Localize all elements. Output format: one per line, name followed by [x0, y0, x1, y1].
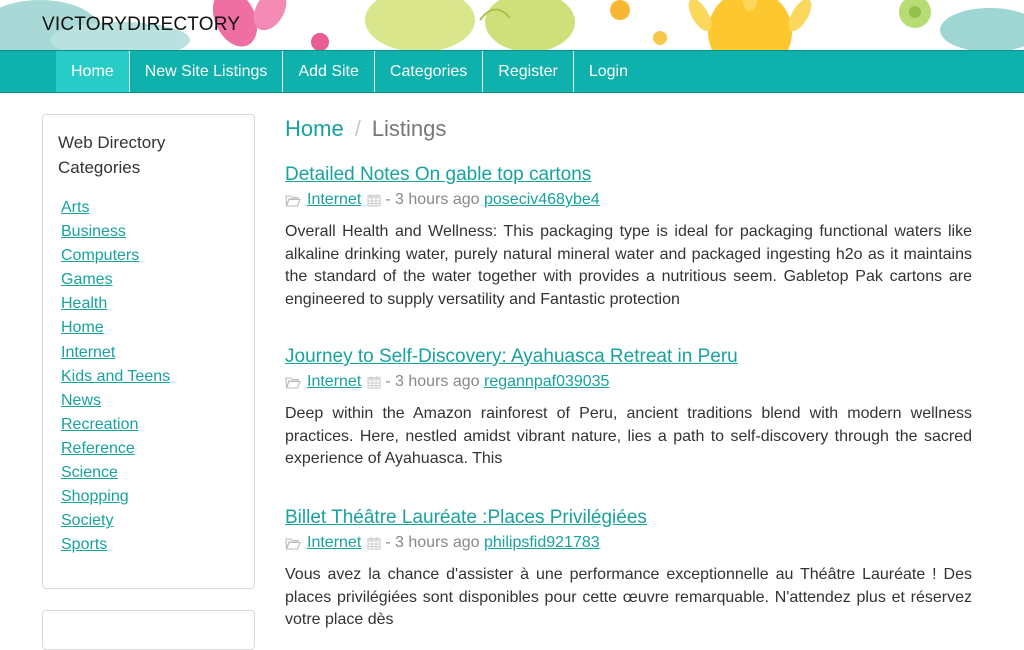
listing-title-link[interactable]: Detailed Notes On gable top cartons: [285, 164, 591, 186]
breadcrumb-home-link[interactable]: Home: [285, 116, 344, 141]
nav-home[interactable]: Home: [56, 51, 130, 92]
category-item: Kids and Teens: [61, 366, 170, 390]
listing-category-link[interactable]: Internet: [307, 371, 361, 393]
calendar-icon: [367, 537, 381, 550]
category-link-computers[interactable]: Computers: [61, 247, 139, 264]
nav-categories[interactable]: Categories: [375, 51, 484, 92]
breadcrumb-separator: /: [354, 116, 361, 141]
category-link-kids-and-teens[interactable]: Kids and Teens: [61, 368, 170, 385]
panel-title: Web Directory Categories: [58, 133, 166, 177]
breadcrumb: Home / Listings: [285, 116, 446, 142]
listing-title-link[interactable]: Journey to Self-Discovery: Ayahuasca Ret…: [285, 346, 738, 368]
secondary-panel: [42, 610, 255, 650]
category-link-arts[interactable]: Arts: [61, 199, 89, 216]
listing-category-link[interactable]: Internet: [307, 189, 361, 211]
category-item: Science: [61, 462, 170, 486]
nav-new-site-listings[interactable]: New Site Listings: [130, 51, 284, 92]
calendar-icon: [367, 194, 381, 207]
listing-description: Overall Health and Wellness: This packag…: [285, 223, 972, 308]
nav-login[interactable]: Login: [574, 51, 643, 92]
category-link-shopping[interactable]: Shopping: [61, 488, 129, 505]
category-item: News: [61, 390, 170, 414]
main-navbar: Home New Site Listings Add Site Categori…: [0, 50, 1024, 93]
category-link-health[interactable]: Health: [61, 295, 107, 312]
listing-item: Billet Théâtre Lauréate :Places Privilég…: [285, 507, 972, 632]
listing-description: Deep within the Amazon rainforest of Per…: [285, 405, 972, 467]
listing-user-link[interactable]: philipsfid921783: [484, 532, 600, 554]
listing-time: - 3 hours ago: [385, 373, 480, 390]
listing-meta: Internet - 3 hours ago poseciv468ybe4: [285, 189, 972, 211]
folder-open-icon: [285, 537, 301, 550]
listing-time: - 3 hours ago: [385, 534, 480, 551]
category-link-business[interactable]: Business: [61, 223, 126, 240]
category-item: Sports: [61, 534, 170, 558]
category-link-recreation[interactable]: Recreation: [61, 416, 138, 433]
category-item: Games: [61, 269, 170, 293]
listing-description: Vous avez la chance d'assister à une per…: [285, 566, 972, 628]
category-link-reference[interactable]: Reference: [61, 440, 135, 457]
category-link-internet[interactable]: Internet: [61, 344, 115, 361]
category-link-sports[interactable]: Sports: [61, 536, 107, 553]
folder-open-icon: [285, 376, 301, 389]
category-list: Arts Business Computers Games Health Hom…: [61, 197, 170, 558]
listing-title-link[interactable]: Billet Théâtre Lauréate :Places Privilég…: [285, 507, 647, 529]
header-banner: VICTORYDIRECTORY: [0, 0, 1024, 50]
listing-user-link[interactable]: regannpaf039035: [484, 371, 609, 393]
listing-user-link[interactable]: poseciv468ybe4: [484, 189, 600, 211]
category-item: Reference: [61, 438, 170, 462]
category-item: Home: [61, 317, 170, 341]
category-item: Society: [61, 510, 170, 534]
nav-add-site[interactable]: Add Site: [283, 51, 375, 92]
listing-meta: Internet - 3 hours ago regannpaf039035: [285, 371, 972, 393]
category-link-science[interactable]: Science: [61, 464, 118, 481]
folder-open-icon: [285, 194, 301, 207]
category-link-news[interactable]: News: [61, 392, 101, 409]
category-link-games[interactable]: Games: [61, 271, 113, 288]
category-item: Internet: [61, 342, 170, 366]
listing-meta: Internet - 3 hours ago philipsfid921783: [285, 532, 972, 554]
calendar-icon: [367, 376, 381, 389]
listing-item: Detailed Notes On gable top cartons Inte…: [285, 164, 972, 311]
listing-time: - 3 hours ago: [385, 191, 480, 208]
site-brand[interactable]: VICTORYDIRECTORY: [42, 14, 240, 36]
category-item: Business: [61, 221, 170, 245]
nav-register[interactable]: Register: [483, 51, 574, 92]
listing-item: Journey to Self-Discovery: Ayahuasca Ret…: [285, 346, 972, 471]
categories-panel: Web Directory Categories Arts Business C…: [42, 114, 255, 589]
nav-list: Home New Site Listings Add Site Categori…: [56, 51, 643, 92]
category-item: Recreation: [61, 414, 170, 438]
category-link-society[interactable]: Society: [61, 512, 113, 529]
category-item: Shopping: [61, 486, 170, 510]
category-item: Health: [61, 293, 170, 317]
category-item: Arts: [61, 197, 170, 221]
category-link-home[interactable]: Home: [61, 319, 104, 336]
breadcrumb-current: Listings: [371, 116, 447, 141]
listing-category-link[interactable]: Internet: [307, 532, 361, 554]
category-item: Computers: [61, 245, 170, 269]
